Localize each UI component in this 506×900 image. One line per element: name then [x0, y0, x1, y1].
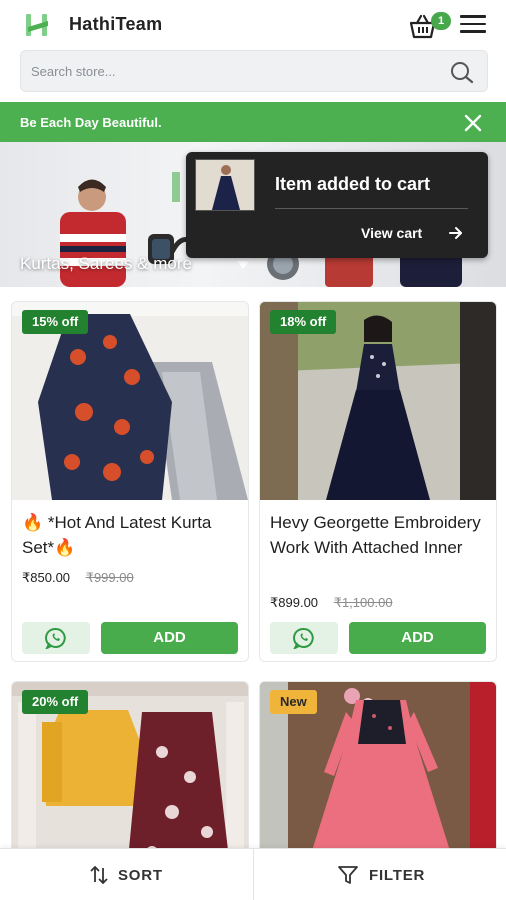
menu-line	[460, 15, 486, 18]
announcement-bar: Be Each Day Beautiful.	[0, 102, 506, 142]
product-card[interactable]: 15% off 🔥 *Hot And Latest Kurta Set*🔥 ₹8…	[11, 301, 249, 662]
view-cart-link[interactable]: View cart	[361, 225, 422, 241]
toast-product-thumbnail	[195, 159, 255, 211]
price-row: ₹850.00 ₹999.00	[22, 570, 134, 586]
announcement-text: Be Each Day Beautiful.	[20, 115, 162, 130]
whatsapp-button[interactable]	[270, 622, 338, 654]
discount-badge: 15% off	[22, 310, 89, 334]
discount-badge: 18% off	[270, 310, 337, 334]
search-input[interactable]	[31, 51, 431, 91]
sort-button[interactable]: SORT	[90, 849, 163, 900]
hero-label: Kurtas, Sarees & more	[20, 254, 192, 273]
toast-title: Item added to cart	[275, 174, 431, 194]
original-price: ₹1,100.00	[333, 595, 393, 610]
filter-icon	[338, 866, 358, 884]
brand-name[interactable]: HathiTeam	[69, 14, 162, 35]
add-to-cart-button[interactable]: ADD	[349, 622, 486, 654]
sort-label: SORT	[118, 866, 163, 884]
whatsapp-button[interactable]	[22, 622, 90, 654]
filter-label: FILTER	[369, 866, 426, 884]
sale-price: ₹850.00	[22, 570, 71, 585]
add-to-cart-button[interactable]: ADD	[101, 622, 238, 654]
added-to-cart-toast: Item added to cart View cart	[186, 152, 488, 258]
product-card[interactable]: 18% off Hevy Georgette Embroidery Work W…	[259, 301, 497, 662]
new-badge: New	[270, 690, 317, 714]
menu-line	[460, 30, 486, 33]
sale-price: ₹899.00	[270, 595, 319, 610]
product-title[interactable]: Hevy Georgette Embroidery Work With Atta…	[270, 510, 490, 560]
bottom-bar-divider	[253, 849, 254, 900]
cart-count-badge: 1	[431, 12, 451, 30]
hathi-logo-icon[interactable]	[24, 12, 52, 38]
whatsapp-icon	[293, 627, 314, 649]
toast-divider	[275, 208, 468, 209]
original-price: ₹999.00	[85, 570, 134, 585]
filter-button[interactable]: FILTER	[337, 849, 425, 900]
hamburger-menu-button[interactable]	[460, 15, 486, 35]
app-header: HathiTeam 1	[0, 0, 506, 50]
chevron-down-icon	[237, 261, 249, 269]
discount-badge: 20% off	[22, 690, 89, 714]
sort-icon	[90, 866, 108, 884]
whatsapp-icon	[45, 627, 66, 649]
arrow-right-icon[interactable]	[448, 225, 464, 241]
product-title[interactable]: 🔥 *Hot And Latest Kurta Set*🔥	[22, 510, 242, 560]
bottom-action-bar: SORT FILTER	[0, 848, 506, 900]
menu-line	[460, 22, 486, 25]
price-row: ₹899.00 ₹1,100.00	[270, 595, 393, 611]
search-bar	[20, 50, 488, 92]
close-icon[interactable]	[462, 112, 484, 134]
search-icon[interactable]	[449, 60, 475, 84]
